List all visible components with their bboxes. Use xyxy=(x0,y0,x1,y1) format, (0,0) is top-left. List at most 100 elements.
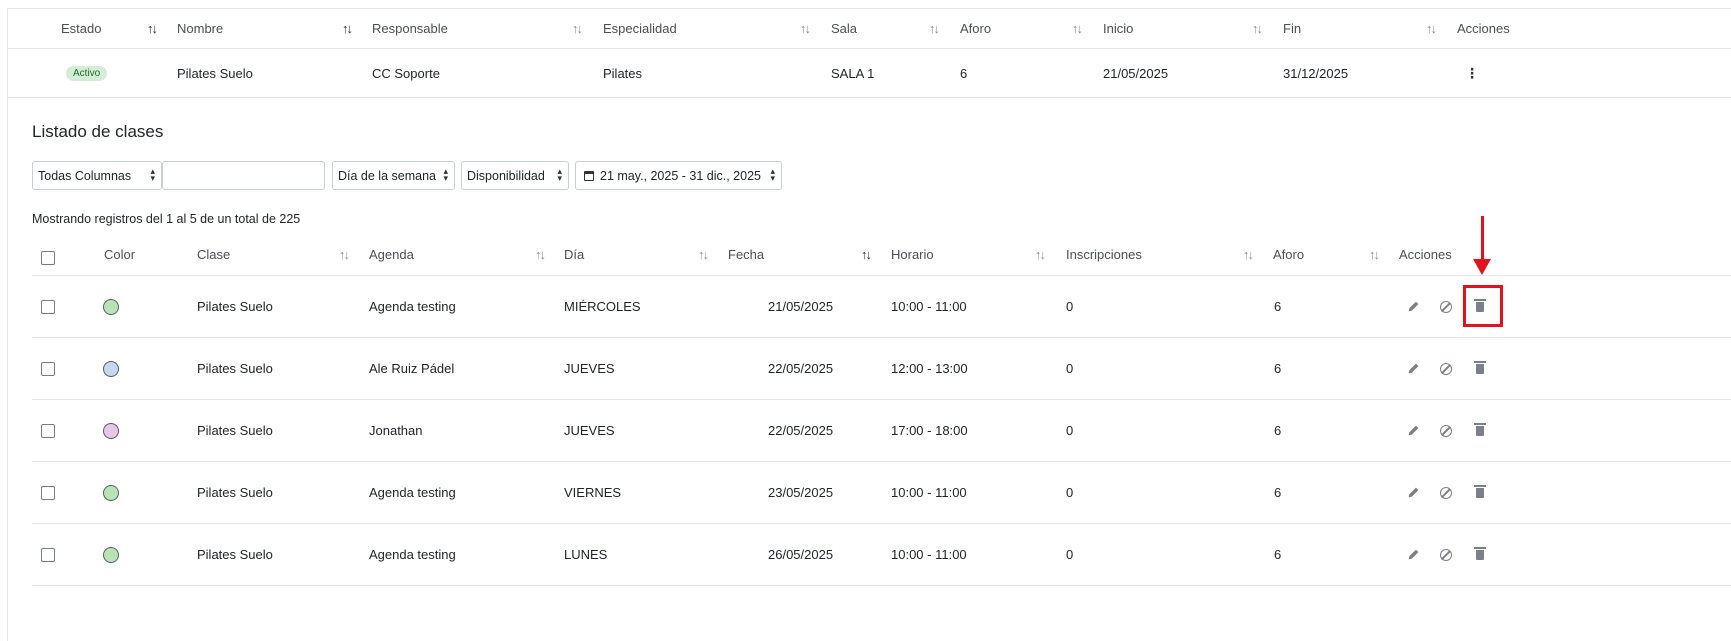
color-dot xyxy=(103,484,119,501)
row-checkbox[interactable] xyxy=(41,423,55,438)
cell-aforo: 6 xyxy=(1274,299,1282,314)
sort-icon[interactable]: ↑↓ xyxy=(698,234,709,275)
pencil-icon[interactable] xyxy=(1406,462,1420,523)
cell-clase: Pilates Suelo xyxy=(197,485,273,500)
columns-select-value: Todas Columnas xyxy=(38,168,132,183)
select-all-checkbox[interactable] xyxy=(41,250,55,265)
ban-icon[interactable] xyxy=(1439,400,1453,461)
header-especialidad[interactable]: Especialidad xyxy=(603,9,677,48)
header-fin[interactable]: Fin xyxy=(1283,9,1301,48)
cell-aforo: 6 xyxy=(1274,423,1282,438)
sort-icon[interactable]: ↑↓ xyxy=(1035,234,1046,275)
sort-icon[interactable]: ↑↓ xyxy=(1369,234,1380,275)
header-aforo[interactable]: Aforo xyxy=(960,9,991,48)
cell-horario: 10:00 - 11:00 xyxy=(891,299,967,314)
cell-agenda: Agenda testing xyxy=(369,547,456,562)
cell-dia: VIERNES xyxy=(564,485,622,500)
trash-icon[interactable] xyxy=(1473,462,1487,523)
sort-icon[interactable]: ↑↓ xyxy=(572,9,583,48)
pencil-icon[interactable] xyxy=(1406,400,1420,461)
weekday-select-value: Día de la semana xyxy=(338,168,436,183)
row-checkbox[interactable] xyxy=(41,485,55,500)
cell-responsable: CC Soporte xyxy=(372,65,440,81)
color-cell xyxy=(103,524,119,585)
header-nombre[interactable]: Nombre xyxy=(177,9,223,48)
calendar-icon xyxy=(584,170,594,181)
search-input[interactable] xyxy=(162,161,325,190)
color-cell xyxy=(103,338,119,399)
cell-fecha: 23/05/2025 xyxy=(768,485,834,500)
date-range-picker[interactable]: 21 may., 2025 - 31 dic., 2025 ▴ ▾ xyxy=(575,161,782,190)
columns-select[interactable]: Todas Columnas ▴ ▾ xyxy=(32,161,162,190)
sort-icon[interactable]: ↑↓ xyxy=(1243,234,1254,275)
cell-agenda: Ale Ruiz Pádel xyxy=(369,361,455,376)
cell-agenda: Agenda testing xyxy=(369,485,456,500)
cell-aforo: 6 xyxy=(960,65,968,81)
color-dot xyxy=(103,298,119,315)
cell-clase: Pilates Suelo xyxy=(197,299,273,314)
cell-horario: 10:00 - 11:00 xyxy=(891,547,967,562)
cell-fecha: 21/05/2025 xyxy=(768,299,834,314)
sort-icon[interactable]: ↑↓ xyxy=(535,234,546,275)
cell-agenda: Agenda testing xyxy=(369,299,456,314)
sort-icon[interactable]: ↑↓ xyxy=(929,9,940,48)
ban-icon[interactable] xyxy=(1439,462,1453,523)
availability-select[interactable]: Disponibilidad ▴ ▾ xyxy=(461,161,569,190)
header-color: Color xyxy=(104,247,136,262)
select-all-checkbox-cell xyxy=(41,234,55,275)
pencil-icon[interactable] xyxy=(1406,276,1420,337)
cell-clase: Pilates Suelo xyxy=(197,361,273,376)
row-checkbox-cell xyxy=(41,400,55,461)
sort-icon[interactable]: ↑↓ xyxy=(1252,9,1263,48)
header-inicio[interactable]: Inicio xyxy=(1103,9,1133,48)
top-table-header: Estado ↑↓ Nombre ↑↓ Responsable ↑↓ Espec… xyxy=(8,9,1731,49)
trash-icon[interactable] xyxy=(1473,400,1487,461)
header-horario[interactable]: Horario xyxy=(891,234,934,275)
trash-icon[interactable] xyxy=(1473,338,1487,399)
header-acciones: Acciones xyxy=(1457,21,1510,36)
pencil-icon[interactable] xyxy=(1406,338,1420,399)
color-cell xyxy=(103,276,119,337)
section-title: Listado de clases xyxy=(32,122,164,141)
header-dia[interactable]: Día xyxy=(564,234,584,275)
cell-aforo: 6 xyxy=(1274,361,1282,376)
cell-aforo: 6 xyxy=(1274,485,1282,500)
sort-icon[interactable]: ↑↓ xyxy=(1072,9,1083,48)
cell-aforo: 6 xyxy=(1274,547,1282,562)
header-responsable[interactable]: Responsable xyxy=(372,9,448,48)
header-clase[interactable]: Clase xyxy=(197,234,230,275)
annotation-arrow-line xyxy=(1481,216,1484,261)
weekday-select[interactable]: Día de la semana ▴ ▾ xyxy=(332,161,455,190)
header-agenda[interactable]: Agenda xyxy=(369,234,414,275)
sort-icon[interactable]: ↑↓ xyxy=(339,234,350,275)
header-inscripciones[interactable]: Inscripciones xyxy=(1066,234,1142,275)
pencil-icon[interactable] xyxy=(1406,524,1420,585)
kebab-menu-icon[interactable]: ⋮ xyxy=(1465,49,1479,97)
sort-icon[interactable]: ↑↓ xyxy=(800,9,811,48)
ban-icon[interactable] xyxy=(1439,338,1453,399)
cell-dia: LUNES xyxy=(564,547,608,562)
ban-icon[interactable] xyxy=(1439,524,1453,585)
header-acciones-clases: Acciones xyxy=(1399,247,1452,262)
trash-icon[interactable] xyxy=(1473,524,1487,585)
date-range-value: 21 may., 2025 - 31 dic., 2025 xyxy=(600,168,761,183)
ban-icon[interactable] xyxy=(1439,276,1453,337)
sort-icon[interactable]: ↑↓ xyxy=(147,9,158,48)
select-caret-icon: ▴ ▾ xyxy=(150,166,155,183)
select-caret-icon: ▴ ▾ xyxy=(770,166,775,183)
cell-inscripciones: 0 xyxy=(1066,361,1074,376)
cell-dia: JUEVES xyxy=(564,423,615,438)
sort-icon[interactable]: ↑↓ xyxy=(1426,9,1437,48)
header-estado[interactable]: Estado xyxy=(61,9,101,48)
row-checkbox[interactable] xyxy=(41,299,55,314)
sort-icon[interactable]: ↑↓ xyxy=(861,234,872,275)
row-checkbox[interactable] xyxy=(41,547,55,562)
header-fecha[interactable]: Fecha xyxy=(728,234,764,275)
row-checkbox[interactable] xyxy=(41,361,55,376)
sort-icon[interactable]: ↑↓ xyxy=(342,9,353,48)
table-row: Pilates Suelo Jonathan JUEVES 22/05/2025… xyxy=(32,400,1731,462)
cell-agenda: Jonathan xyxy=(369,423,423,438)
header-aforo-clases[interactable]: Aforo xyxy=(1273,234,1304,275)
header-sala[interactable]: Sala xyxy=(831,9,857,48)
cell-fecha: 26/05/2025 xyxy=(768,547,834,562)
